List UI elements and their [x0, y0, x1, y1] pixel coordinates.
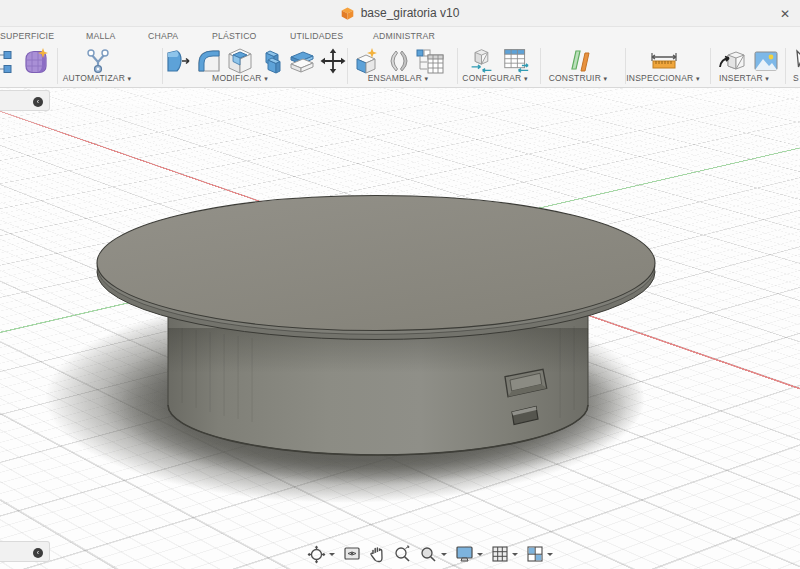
- tab-malla[interactable]: MALLA: [86, 31, 116, 41]
- group-separator: [785, 48, 786, 84]
- group-label-construir[interactable]: CONSTRUIR ▾: [549, 73, 608, 83]
- close-button[interactable]: ✕: [776, 5, 794, 23]
- pan-icon[interactable]: [368, 545, 386, 563]
- group-label-seleccionar[interactable]: S: [793, 73, 799, 83]
- select-icon[interactable]: [793, 47, 800, 75]
- tab-utilidades[interactable]: UTILIDADES: [290, 31, 343, 41]
- create-form-icon[interactable]: [21, 47, 51, 77]
- display-dropdown[interactable]: [477, 553, 483, 556]
- group-label-automatizar[interactable]: AUTOMATIZAR ▾: [63, 73, 132, 83]
- joint-icon[interactable]: [385, 47, 413, 75]
- tab-plastico[interactable]: PLÁSTICO: [212, 31, 257, 41]
- group-label-configurar[interactable]: CONFIGURAR ▾: [462, 73, 527, 83]
- zoom-window-icon[interactable]: [419, 545, 438, 564]
- orbit-icon[interactable]: [307, 545, 326, 564]
- viewports-dropdown[interactable]: [547, 553, 553, 556]
- tab-chapa[interactable]: CHAPA: [148, 31, 178, 41]
- viewports-icon[interactable]: [526, 545, 544, 563]
- measure-icon[interactable]: [649, 47, 679, 75]
- browser-panel-collapsed[interactable]: ‹: [0, 90, 50, 111]
- group-separator: [457, 48, 458, 84]
- press-pull-icon[interactable]: [164, 47, 192, 75]
- ribbon-tabs: SUPERFICIE MALLA CHAPA PLÁSTICO UTILIDAD…: [0, 27, 800, 45]
- surface-tool-icon[interactable]: [0, 47, 14, 75]
- bom-table-icon[interactable]: [415, 47, 445, 75]
- fusion-document-icon: [341, 7, 354, 20]
- grid-dropdown[interactable]: [512, 553, 518, 556]
- group-separator: [57, 48, 58, 84]
- configure-icon[interactable]: [468, 47, 495, 74]
- viewport-3d[interactable]: ‹ ‹: [0, 88, 800, 569]
- zoom-dropdown[interactable]: [441, 553, 447, 556]
- group-label-modificar[interactable]: MODIFICAR ▾: [212, 73, 268, 83]
- document-title: base_giratoria v10: [361, 6, 460, 20]
- comments-panel-collapsed[interactable]: ‹: [0, 541, 50, 562]
- titlebar: base_giratoria v10 ✕: [0, 0, 800, 27]
- ribbon-toolbar: AUTOMATIZAR ▾ MODIFICAR: [0, 45, 800, 88]
- look-at-icon[interactable]: [343, 545, 361, 563]
- group-separator: [162, 48, 163, 84]
- shell-icon[interactable]: [226, 47, 254, 75]
- model-base-giratoria[interactable]: [0, 88, 800, 569]
- move-icon[interactable]: [319, 47, 347, 75]
- tab-superficie[interactable]: SUPERFICIE: [0, 31, 54, 41]
- navigation-bar: [307, 544, 554, 564]
- group-separator: [710, 48, 711, 84]
- grid-settings-icon[interactable]: [491, 545, 509, 563]
- insert-derive-icon[interactable]: [718, 47, 746, 75]
- insert-image-icon[interactable]: [752, 47, 780, 75]
- offset-face-icon[interactable]: [288, 47, 316, 75]
- comments-expand-dot[interactable]: ‹: [33, 548, 43, 558]
- configuration-table-icon[interactable]: [502, 47, 531, 74]
- automate-icon[interactable]: [84, 47, 112, 75]
- fillet-icon[interactable]: [195, 47, 223, 75]
- group-separator: [540, 48, 541, 84]
- group-label-ensamblar[interactable]: ENSAMBLAR ▾: [368, 73, 429, 83]
- group-label-inspeccionar[interactable]: INSPECCIONAR ▾: [626, 73, 699, 83]
- browser-expand-dot[interactable]: ‹: [33, 97, 43, 107]
- group-separator: [347, 48, 348, 84]
- display-settings-icon[interactable]: [455, 545, 474, 563]
- construct-plane-icon[interactable]: [566, 47, 594, 75]
- combine-icon[interactable]: [257, 47, 285, 75]
- orbit-dropdown[interactable]: [329, 553, 335, 556]
- new-component-icon[interactable]: [352, 47, 380, 75]
- group-label-insertar[interactable]: INSERTAR ▾: [719, 73, 769, 83]
- zoom-icon[interactable]: [393, 545, 412, 564]
- disc-top[interactable]: [97, 196, 655, 331]
- tab-administrar[interactable]: ADMINISTRAR: [373, 31, 435, 41]
